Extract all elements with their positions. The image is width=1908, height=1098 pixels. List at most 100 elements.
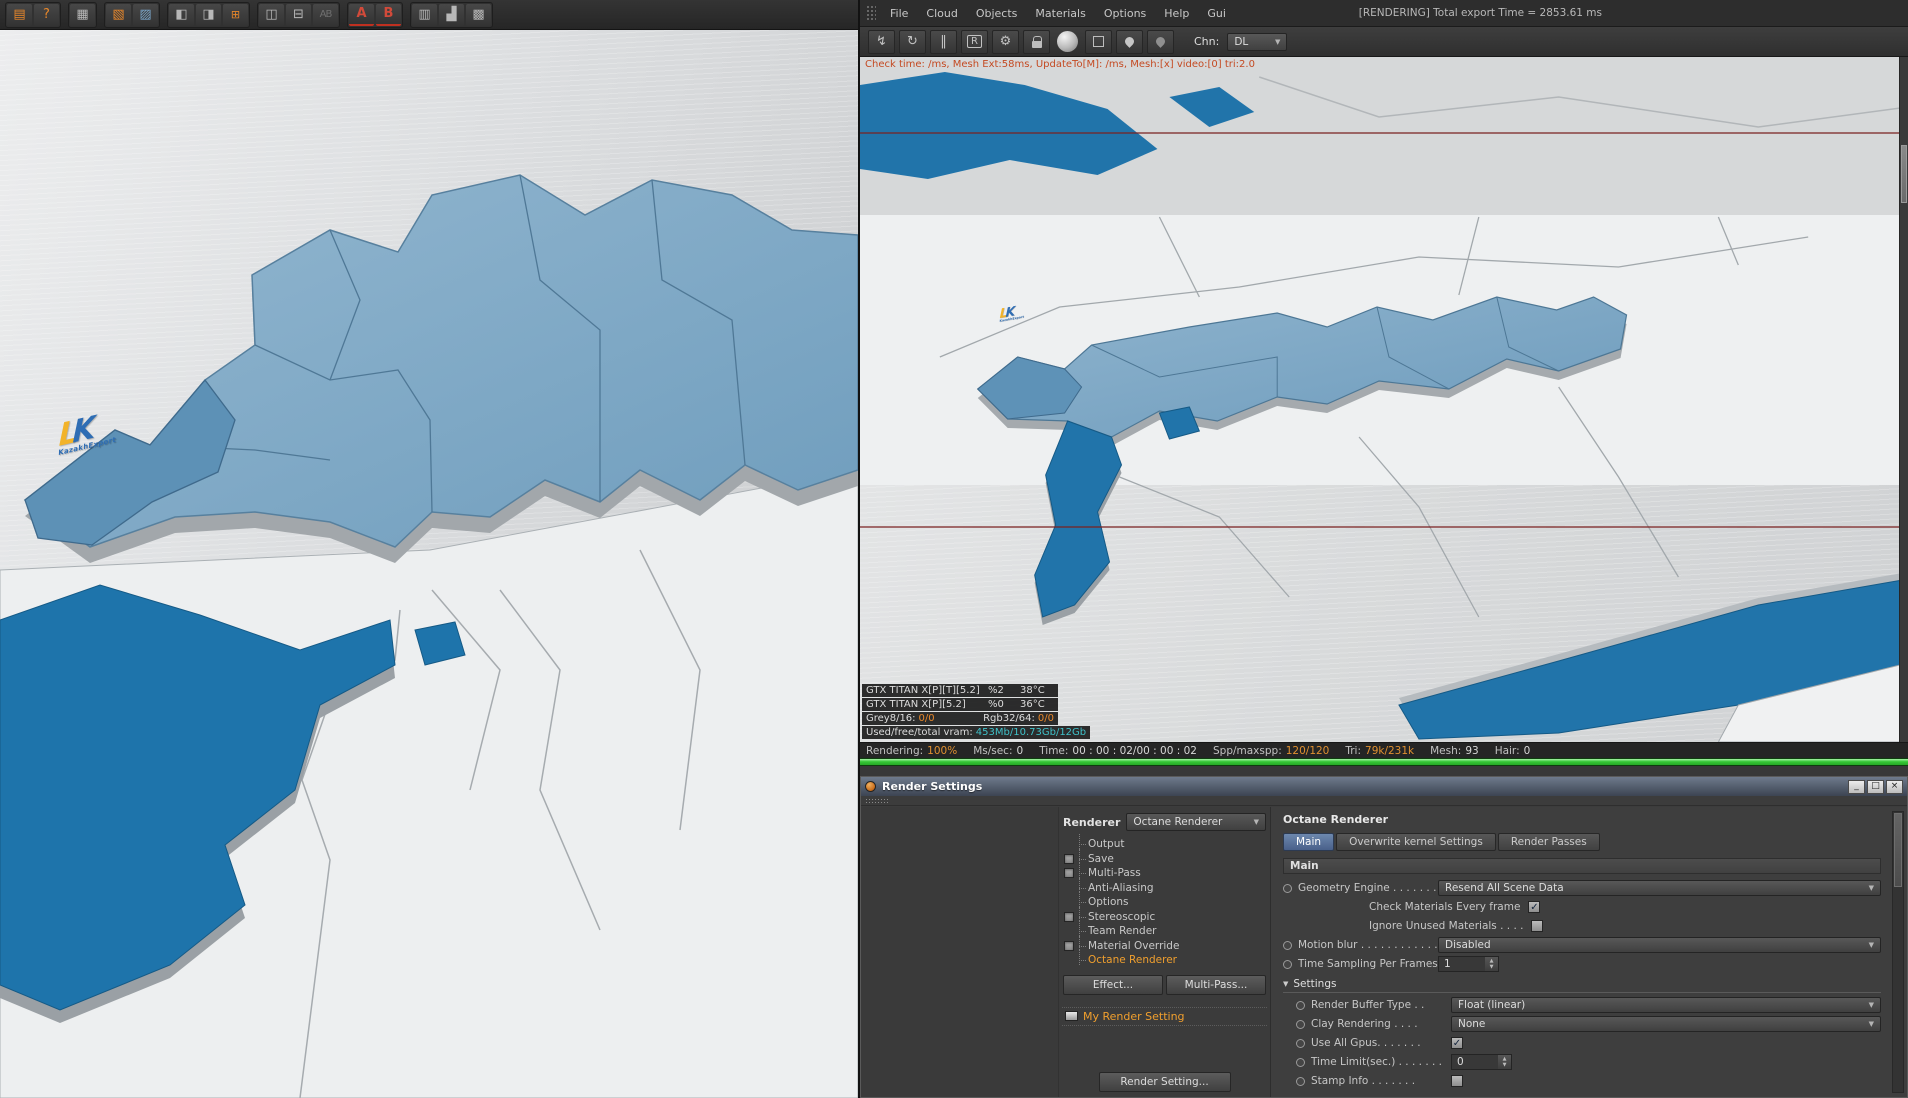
my-render-setting-item[interactable]: My Render Setting <box>1062 1006 1267 1026</box>
status-mesh: Mesh: 93 <box>1430 745 1479 757</box>
keyframe-dot-icon[interactable] <box>1296 1076 1305 1086</box>
geometry-engine-dropdown[interactable]: Resend All Scene Data ▼ <box>1438 880 1881 896</box>
viewport-scrollbar-thumb[interactable] <box>1901 145 1907 203</box>
menu-cloud[interactable]: Cloud <box>918 4 965 23</box>
stats-table-icon[interactable]: ▥ <box>412 3 437 26</box>
live-viewer-viewport[interactable]: Check time: /ms, Mesh Ext:58ms, UpdateTo… <box>860 57 1908 742</box>
channel-dropdown[interactable]: DL ▼ <box>1227 32 1288 51</box>
minimize-button[interactable]: _ <box>1848 779 1865 794</box>
maximize-button[interactable]: □ <box>1867 779 1884 794</box>
keyframe-dot-icon[interactable] <box>1296 1019 1305 1029</box>
keyframe-dot-icon[interactable] <box>1296 1000 1305 1010</box>
save-question-icon[interactable]: ? <box>34 3 59 26</box>
menu-materials[interactable]: Materials <box>1027 4 1093 23</box>
spinner-arrows[interactable]: ▲ ▼ <box>1485 957 1498 971</box>
menu-file[interactable]: File <box>882 4 916 23</box>
effect-button[interactable]: Effect... <box>1063 974 1163 995</box>
tree-item-multi-pass[interactable]: Multi-Pass <box>1062 863 1267 881</box>
tab-render-passes[interactable]: Render Passes <box>1497 833 1600 851</box>
settings-group-header[interactable]: ▼ Settings <box>1283 978 1881 993</box>
time-limit-spinner[interactable]: 0 ▲ ▼ <box>1451 1054 1512 1070</box>
tab-overwrite-kernel-settings[interactable]: Overwrite kernel Settings <box>1336 833 1496 851</box>
menu-options[interactable]: Options <box>1096 4 1154 23</box>
tree-item-options[interactable]: Options <box>1062 892 1267 910</box>
status-value: 79k/231k <box>1365 744 1415 757</box>
pause-render-icon[interactable]: ‖ <box>930 29 957 54</box>
scene-image-icon[interactable]: ▤ <box>7 3 32 26</box>
spin-down-icon[interactable]: ▼ <box>1490 964 1494 970</box>
time-sampling-value: 1 <box>1439 957 1485 971</box>
grid-info-icon[interactable]: ▩ <box>466 3 491 26</box>
window-title: Render Settings <box>882 780 983 793</box>
multipass-enable-checkbox[interactable] <box>1064 868 1074 878</box>
render-buffer-dropdown[interactable]: Float (linear) ▼ <box>1451 997 1881 1013</box>
keyframe-dot-icon[interactable] <box>1283 883 1292 893</box>
window-grip[interactable] <box>861 796 1907 806</box>
clay-rendering-dropdown[interactable]: None ▼ <box>1451 1016 1881 1032</box>
close-button[interactable]: × <box>1886 779 1903 794</box>
material-ball-icon[interactable] <box>1054 30 1081 54</box>
compare-text-icon[interactable]: AB <box>313 3 338 26</box>
ignore-unused-checkbox[interactable] <box>1531 920 1544 932</box>
menu-objects[interactable]: Objects <box>968 4 1026 23</box>
tile-left-icon[interactable]: ◧ <box>169 3 194 26</box>
material-override-enable-checkbox[interactable] <box>1064 940 1074 951</box>
settings-gear-icon[interactable]: ⚙ <box>992 29 1019 54</box>
save-enable-checkbox[interactable] <box>1064 853 1074 864</box>
menu-gui[interactable]: Gui <box>1199 4 1234 23</box>
renderer-dropdown[interactable]: Octane Renderer ▼ <box>1126 813 1266 831</box>
settings-scrollbar[interactable] <box>1892 811 1904 1093</box>
reset-render-icon[interactable]: R <box>961 29 988 54</box>
check-materials-checkbox[interactable]: ✓ <box>1528 901 1541 913</box>
spin-down-icon[interactable]: ▼ <box>1503 1062 1507 1068</box>
compare-stack-icon[interactable]: ⊟ <box>286 3 311 26</box>
viewport-scrollbar[interactable] <box>1899 57 1908 742</box>
tree-item-octane-renderer[interactable]: Octane Renderer <box>1062 950 1267 968</box>
tree-item-stereoscopic[interactable]: Stereoscopic <box>1062 906 1267 925</box>
keyframe-dot-icon[interactable] <box>1283 940 1292 950</box>
render-settings-titlebar[interactable]: Render Settings _ □ × <box>861 777 1907 796</box>
channel-b-icon[interactable]: B <box>376 3 401 26</box>
refresh-render-icon[interactable]: ↻ <box>899 29 926 54</box>
tile-right-icon[interactable]: ◨ <box>196 3 221 26</box>
channels-grid-icon[interactable]: ▦ <box>70 3 95 26</box>
menu-help[interactable]: Help <box>1156 4 1197 23</box>
renderer-dropdown-value: Octane Renderer <box>1133 816 1223 828</box>
keyframe-dot-icon[interactable] <box>1296 1057 1305 1067</box>
tree-item-label: Octane Renderer <box>1088 954 1177 967</box>
clay-frame-icon[interactable] <box>1085 29 1112 54</box>
tab-main[interactable]: Main <box>1283 833 1335 851</box>
stereoscopic-enable-checkbox[interactable] <box>1064 911 1074 922</box>
ignore-unused-label: Ignore Unused Materials . . . . <box>1369 920 1524 932</box>
tree-item-anti-aliasing[interactable]: Anti-Aliasing <box>1062 877 1267 896</box>
tree-item-team-render[interactable]: Team Render <box>1062 921 1267 939</box>
status-tri: Tri: 79k/231k <box>1345 745 1414 757</box>
spinner-arrows[interactable]: ▲ ▼ <box>1498 1055 1511 1069</box>
lock-resolution-icon[interactable] <box>1023 29 1050 54</box>
stamp-info-checkbox[interactable] <box>1451 1075 1463 1087</box>
keyframe-dot-icon[interactable] <box>1283 959 1292 969</box>
toolbar-group-compare: ◫ ⊟ AB <box>257 1 340 28</box>
channel-a-icon[interactable]: A <box>349 3 374 26</box>
status-value: 93 <box>1465 744 1479 757</box>
layer-copy-icon[interactable]: ▨ <box>133 3 158 26</box>
time-sampling-spinner[interactable]: 1 ▲ ▼ <box>1438 956 1499 972</box>
tile-add-icon[interactable]: ⊞ <box>223 3 248 26</box>
use-all-gpus-checkbox[interactable]: ✓ <box>1451 1037 1463 1049</box>
render-setting-button[interactable]: Render Setting... <box>1098 1072 1231 1092</box>
gpu-name: GTX TITAN X[P][T][5.2] <box>866 685 980 696</box>
compare-ab-icon[interactable]: ◫ <box>259 3 284 26</box>
tree-item-save[interactable]: Save <box>1062 848 1267 867</box>
restart-render-icon[interactable]: ↯ <box>868 29 895 54</box>
panel-menu-icon[interactable] <box>866 5 876 21</box>
keyframe-dot-icon[interactable] <box>1296 1038 1305 1048</box>
layer-red-icon[interactable]: ▧ <box>106 3 131 26</box>
pick-material-pin-icon[interactable] <box>1116 29 1143 54</box>
pick-focus-pin-icon[interactable] <box>1147 29 1174 54</box>
tree-item-output[interactable]: Output <box>1062 834 1267 852</box>
motion-blur-dropdown[interactable]: Disabled ▼ <box>1438 937 1881 953</box>
histogram-icon[interactable]: ▟ <box>439 3 464 26</box>
tree-item-material-override[interactable]: Material Override <box>1062 935 1267 954</box>
multi-pass-button[interactable]: Multi-Pass... <box>1166 974 1266 995</box>
settings-scrollbar-thumb[interactable] <box>1894 813 1902 887</box>
